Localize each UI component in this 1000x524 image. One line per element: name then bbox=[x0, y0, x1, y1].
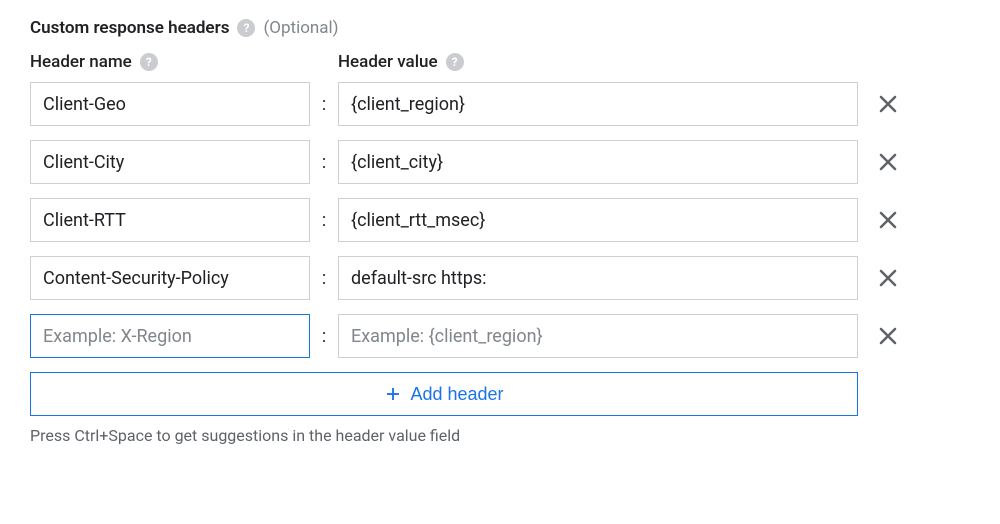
header-row: : bbox=[30, 140, 970, 184]
section-optional: (Optional) bbox=[263, 18, 338, 38]
column-name-text: Header name bbox=[30, 52, 132, 72]
header-value-input[interactable] bbox=[338, 82, 858, 126]
header-value-input[interactable] bbox=[338, 314, 858, 358]
header-name-input[interactable] bbox=[30, 82, 310, 126]
close-icon bbox=[876, 92, 900, 116]
header-name-input[interactable] bbox=[30, 140, 310, 184]
add-header-label: Add header bbox=[410, 384, 503, 405]
header-rows: ::::: bbox=[30, 82, 970, 358]
close-icon bbox=[876, 324, 900, 348]
column-label-name: Header name ? bbox=[30, 52, 310, 72]
header-row: : bbox=[30, 198, 970, 242]
section-title-text: Custom response headers bbox=[30, 18, 229, 38]
header-row: : bbox=[30, 82, 970, 126]
header-value-input[interactable] bbox=[338, 198, 858, 242]
colon-separator: : bbox=[310, 268, 338, 289]
header-name-input[interactable] bbox=[30, 256, 310, 300]
add-header-button[interactable]: Add header bbox=[30, 372, 858, 416]
column-value-text: Header value bbox=[338, 52, 438, 72]
remove-row-button[interactable] bbox=[858, 92, 918, 116]
header-row: : bbox=[30, 314, 970, 358]
columns-header: Header name ? Header value ? bbox=[30, 52, 970, 72]
remove-row-button[interactable] bbox=[858, 266, 918, 290]
colon-separator: : bbox=[310, 326, 338, 347]
colon-separator: : bbox=[310, 210, 338, 231]
colon-separator: : bbox=[310, 94, 338, 115]
help-icon[interactable]: ? bbox=[140, 53, 158, 71]
header-row: : bbox=[30, 256, 970, 300]
header-name-input[interactable] bbox=[30, 314, 310, 358]
plus-icon bbox=[384, 385, 402, 403]
close-icon bbox=[876, 266, 900, 290]
close-icon bbox=[876, 208, 900, 232]
colon-separator: : bbox=[310, 152, 338, 173]
help-icon[interactable]: ? bbox=[237, 19, 255, 37]
header-value-input[interactable] bbox=[338, 140, 858, 184]
remove-row-button[interactable] bbox=[858, 324, 918, 348]
hint-text: Press Ctrl+Space to get suggestions in t… bbox=[30, 426, 970, 445]
header-value-input[interactable] bbox=[338, 256, 858, 300]
section-title: Custom response headers ? (Optional) bbox=[30, 18, 970, 38]
close-icon bbox=[876, 150, 900, 174]
column-label-value: Header value ? bbox=[338, 52, 858, 72]
help-icon[interactable]: ? bbox=[446, 53, 464, 71]
remove-row-button[interactable] bbox=[858, 150, 918, 174]
header-name-input[interactable] bbox=[30, 198, 310, 242]
remove-row-button[interactable] bbox=[858, 208, 918, 232]
